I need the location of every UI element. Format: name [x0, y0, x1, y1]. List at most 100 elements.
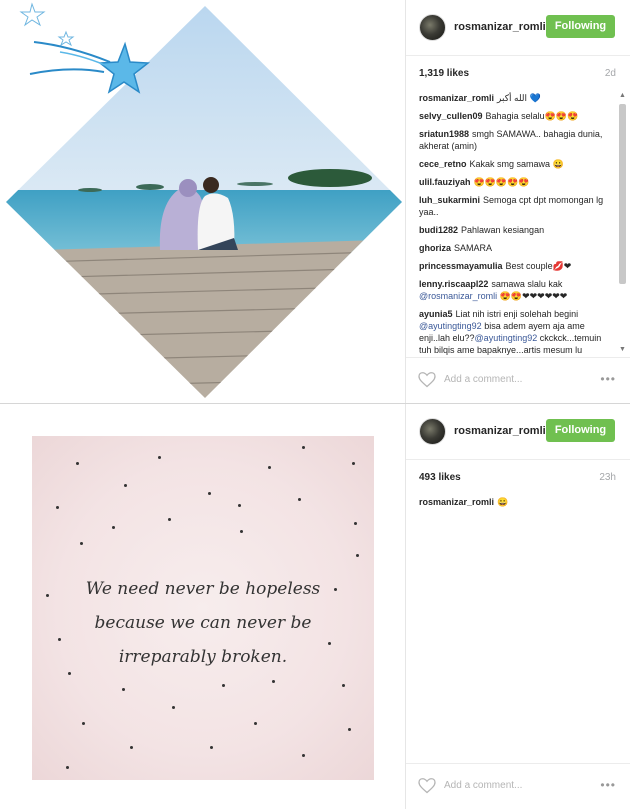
likes-row: 1,319 likes 2d: [419, 68, 616, 82]
post-1-sidebar: rosmanizar_romli Following 1,319 likes 2…: [405, 0, 630, 403]
comment-box: Add a comment... •••: [406, 763, 630, 809]
comment: selvy_cullen09 Bahagia selalu😍😍😍: [419, 110, 615, 122]
likes-row: 493 likes 23h: [419, 472, 616, 486]
comment-text: 😀: [497, 497, 509, 507]
comment-text: 😍😍😍😍😍: [473, 177, 530, 187]
comment-list: rosmanizar_romli 😀: [419, 496, 615, 760]
time-ago[interactable]: 2d: [605, 68, 616, 79]
add-comment-input[interactable]: Add a comment...: [444, 780, 522, 791]
post-2: We need never be hopeless because we can…: [0, 404, 630, 809]
dot: [352, 462, 355, 465]
dot: [66, 766, 69, 769]
more-options-icon[interactable]: •••: [600, 372, 616, 386]
comment-text: Liat nih istri enji solehah begini: [455, 309, 579, 319]
mention-link[interactable]: @ayutingting92: [475, 333, 538, 343]
likes-count[interactable]: 1,319 likes: [419, 68, 469, 79]
dot: [172, 706, 175, 709]
comment-user[interactable]: lenny.riscaapl22: [419, 279, 488, 289]
comment-text: الله أكبر 💙: [497, 93, 541, 103]
time-ago[interactable]: 23h: [599, 472, 616, 483]
dot: [238, 504, 241, 507]
dot: [158, 456, 161, 459]
dot: [168, 518, 171, 521]
quote-text: We need never be hopeless because we can…: [32, 572, 374, 674]
following-button[interactable]: Following: [546, 419, 615, 442]
comment-text: Bahagia selalu😍😍😍: [485, 111, 579, 121]
post-1-header: rosmanizar_romli Following: [406, 0, 630, 56]
avatar[interactable]: [419, 418, 446, 445]
dot: [112, 526, 115, 529]
comment-user[interactable]: budi1282: [419, 225, 458, 235]
comment-user[interactable]: luh_sukarmini: [419, 195, 480, 205]
comment-text: samawa slalu kak: [491, 279, 563, 289]
comment: rosmanizar_romli الله أكبر 💙: [419, 92, 615, 104]
quote-line: because we can never be: [94, 613, 312, 633]
scroll-up-icon[interactable]: ▲: [619, 92, 626, 99]
comment: princessmayamulia Best couple💋❤: [419, 260, 615, 272]
comment-scrollbar[interactable]: ▲ ▼: [617, 92, 627, 358]
dot: [210, 746, 213, 749]
heart-icon[interactable]: [418, 372, 436, 388]
likes-count[interactable]: 493 likes: [419, 472, 461, 483]
comment: luh_sukarmini Semoga cpt dpt momongan lg …: [419, 194, 615, 218]
comment-user[interactable]: ayunia5: [419, 309, 453, 319]
more-options-icon[interactable]: •••: [600, 778, 616, 792]
dot: [342, 684, 345, 687]
quote-line: We need never be hopeless: [85, 579, 321, 599]
dot: [348, 728, 351, 731]
comment-user[interactable]: cece_retno: [419, 159, 467, 169]
comment-list: rosmanizar_romli الله أكبر 💙 selvy_cullen…: [419, 92, 615, 356]
mention-link[interactable]: @ayutingting92: [419, 321, 482, 331]
comment: cece_retno Kakak smg samawa 😀: [419, 158, 615, 170]
comment-box: Add a comment... •••: [406, 357, 630, 403]
comment-user[interactable]: sriatun1988: [419, 129, 469, 139]
scroll-down-icon[interactable]: ▼: [619, 346, 626, 353]
post-2-sidebar: rosmanizar_romli Following 493 likes 23h…: [405, 404, 630, 809]
avatar[interactable]: [419, 14, 446, 41]
comment-user[interactable]: rosmanizar_romli: [419, 497, 494, 507]
comment-user[interactable]: selvy_cullen09: [419, 111, 483, 121]
scrollbar-thumb[interactable]: [619, 104, 626, 284]
following-button[interactable]: Following: [546, 15, 615, 38]
post-1-photo[interactable]: [0, 0, 404, 403]
dot: [298, 498, 301, 501]
post-1: rosmanizar_romli Following 1,319 likes 2…: [0, 0, 630, 404]
dot: [80, 542, 83, 545]
star-icon: [19, 2, 151, 94]
comment: ghoriza SAMARA: [419, 242, 615, 254]
comment-text: Kakak smg samawa 😀: [469, 159, 564, 169]
heart-icon[interactable]: [418, 778, 436, 794]
post-2-header: rosmanizar_romli Following: [406, 404, 630, 460]
add-comment-input[interactable]: Add a comment...: [444, 374, 522, 385]
dot: [268, 466, 271, 469]
dot: [130, 746, 133, 749]
dot: [76, 462, 79, 465]
dot: [56, 506, 59, 509]
comment-user[interactable]: princessmayamulia: [419, 261, 503, 271]
username[interactable]: rosmanizar_romli: [454, 425, 546, 437]
dot: [354, 522, 357, 525]
dot: [272, 680, 275, 683]
dot: [122, 688, 125, 691]
comment-text: SAMARA: [454, 243, 493, 253]
dot: [82, 722, 85, 725]
mention-link[interactable]: @rosmanizar_romli: [419, 291, 497, 301]
comment-user[interactable]: rosmanizar_romli: [419, 93, 494, 103]
comment: ulil.fauziyah 😍😍😍😍😍: [419, 176, 615, 188]
comment-user[interactable]: ghoriza: [419, 243, 451, 253]
comment-text: 😍😍❤❤❤❤❤❤: [499, 291, 568, 301]
comment-user[interactable]: ulil.fauziyah: [419, 177, 471, 187]
comment-text: Best couple💋❤: [505, 261, 572, 271]
dot: [356, 554, 359, 557]
dot: [222, 684, 225, 687]
dot: [240, 530, 243, 533]
comment: ayunia5 Liat nih istri enji solehah begin…: [419, 308, 615, 356]
comment: budi1282 Pahlawan kesiangan: [419, 224, 615, 236]
comment-text: Pahlawan kesiangan: [461, 225, 545, 235]
post-2-photo[interactable]: We need never be hopeless because we can…: [0, 404, 404, 809]
username[interactable]: rosmanizar_romli: [454, 21, 546, 33]
quote-line: irreparably broken.: [118, 647, 288, 667]
dot: [302, 446, 305, 449]
dot: [208, 492, 211, 495]
dot: [302, 754, 305, 757]
